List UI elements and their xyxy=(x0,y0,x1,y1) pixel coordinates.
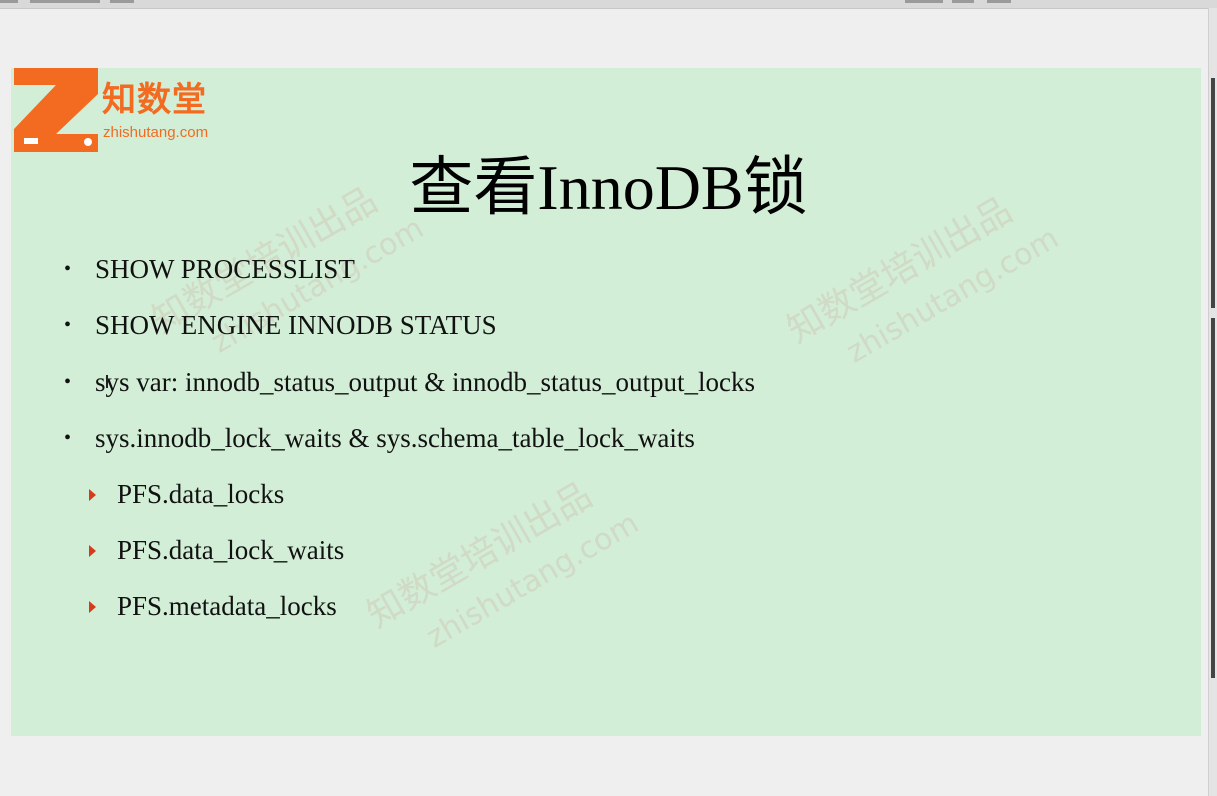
list-item: sys var: innodb_status_output & innodb_s… xyxy=(95,367,755,397)
watermark-url: zhishutang.com xyxy=(420,505,645,656)
toolbar-handle xyxy=(987,0,1011,3)
sub-list-item: PFS.data_locks xyxy=(117,479,285,509)
slide-title: 查看InnoDB锁 xyxy=(409,152,808,223)
scrollbar[interactable] xyxy=(1208,8,1217,796)
list-item: SHOW ENGINE INNODB STATUS xyxy=(95,310,497,340)
slide-canvas: 知数堂培训出品 zhishutang.com 知数堂培训出品 zhishutan… xyxy=(11,68,1201,736)
list-item: SHOW PROCESSLIST xyxy=(95,254,355,284)
bullet-dot-icon: • xyxy=(64,427,72,449)
text-cursor-icon xyxy=(106,375,108,388)
toolbar-handle xyxy=(110,0,134,3)
window-top-bar xyxy=(0,0,1217,9)
sub-list-item: PFS.data_lock_waits xyxy=(117,535,345,565)
toolbar-handle xyxy=(0,0,18,3)
watermark-url: zhishutang.com xyxy=(840,220,1065,371)
scrollbar-thumb[interactable] xyxy=(1211,78,1215,308)
watermark: 知数堂培训出品 zhishutang.com xyxy=(356,454,645,676)
sub-bullet-arrow-icon xyxy=(89,545,96,557)
bullet-dot-icon: • xyxy=(64,314,72,336)
sub-bullet-arrow-icon xyxy=(89,601,96,613)
sub-bullet-arrow-icon xyxy=(89,489,96,501)
bullet-dot-icon: • xyxy=(64,371,72,393)
sub-list-item: PFS.metadata_locks xyxy=(117,591,337,621)
list-item: sys.innodb_lock_waits & sys.schema_table… xyxy=(95,423,695,453)
logo-name: 知数堂 xyxy=(102,80,207,120)
toolbar-handle xyxy=(952,0,974,3)
toolbar-handle xyxy=(905,0,943,3)
watermark-text: 知数堂培训出品 xyxy=(360,474,600,637)
toolbar-handle xyxy=(30,0,100,3)
scrollbar-track-segment xyxy=(1211,318,1215,678)
bullet-dot-icon: • xyxy=(64,258,72,280)
